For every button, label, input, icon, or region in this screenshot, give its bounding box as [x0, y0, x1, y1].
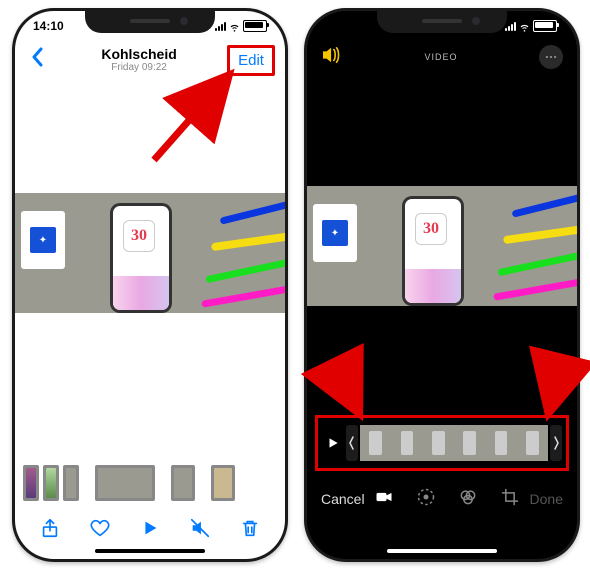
preview-tile-number: 30	[415, 213, 447, 245]
wifi-icon	[518, 20, 531, 33]
preview-marker	[211, 231, 285, 251]
battery-icon	[243, 20, 267, 32]
done-button[interactable]: Done	[530, 491, 563, 507]
preview-marker	[219, 196, 285, 225]
thumbnail[interactable]	[171, 465, 195, 501]
cancel-button[interactable]: Cancel	[321, 491, 365, 507]
annotation-arrow-trim-right	[530, 360, 580, 435]
preview-marker	[205, 258, 285, 284]
mode-adjust-button[interactable]	[416, 487, 436, 512]
timeline-frame[interactable]	[454, 425, 485, 461]
more-button[interactable]	[539, 45, 563, 69]
preview-marker	[201, 285, 285, 308]
volume-button[interactable]	[321, 46, 343, 69]
device-notch	[377, 11, 507, 33]
cellular-icon	[215, 21, 226, 31]
wifi-icon	[228, 20, 241, 33]
thumbnail-strip[interactable]	[23, 463, 277, 503]
delete-button[interactable]	[238, 516, 262, 540]
mode-label: VIDEO	[424, 52, 457, 62]
video-preview[interactable]: ✦ 30	[15, 193, 285, 313]
edit-header: VIDEO	[307, 41, 577, 73]
thumbnail[interactable]	[43, 465, 59, 501]
preview-phone: 30	[402, 196, 464, 306]
timeline-frame[interactable]	[391, 425, 422, 461]
share-button[interactable]	[38, 516, 62, 540]
battery-icon	[533, 20, 557, 32]
mode-filters-button[interactable]	[458, 487, 478, 512]
timeline-frame[interactable]	[423, 425, 454, 461]
annotation-arrow-edit	[144, 60, 254, 175]
status-time: 14:10	[33, 19, 64, 33]
edit-toolbar: Cancel Done	[307, 479, 577, 519]
back-button[interactable]	[25, 43, 51, 77]
timeline-frame[interactable]	[485, 425, 516, 461]
bottom-toolbar	[15, 509, 285, 547]
preview-notebook: ✦	[21, 211, 65, 269]
device-notch	[85, 11, 215, 33]
mode-crop-button[interactable]	[500, 487, 520, 512]
home-indicator[interactable]	[387, 549, 497, 553]
favorite-button[interactable]	[88, 516, 112, 540]
timeline-frames[interactable]	[360, 425, 548, 461]
cellular-icon	[505, 21, 516, 31]
thumbnail[interactable]	[211, 465, 235, 501]
preview-marker	[511, 189, 577, 218]
preview-marker	[497, 251, 577, 277]
play-button[interactable]	[322, 436, 344, 450]
preview-marker	[503, 224, 577, 244]
phone-video-edit: VIDEO ✦ 30	[304, 8, 580, 562]
play-button[interactable]	[138, 516, 162, 540]
home-indicator[interactable]	[95, 549, 205, 553]
mode-video-button[interactable]	[374, 487, 394, 512]
thumbnail[interactable]	[63, 465, 79, 501]
thumbnail[interactable]	[23, 465, 39, 501]
annotation-arrow-trim-left	[326, 360, 386, 435]
preview-marker	[493, 278, 577, 301]
preview-phone: 30	[110, 203, 172, 313]
preview-tile-number: 30	[123, 220, 155, 252]
mute-button[interactable]	[188, 516, 212, 540]
video-preview[interactable]: ✦ 30	[307, 186, 577, 306]
preview-notebook: ✦	[313, 204, 357, 262]
thumbnail-current[interactable]	[95, 465, 155, 501]
